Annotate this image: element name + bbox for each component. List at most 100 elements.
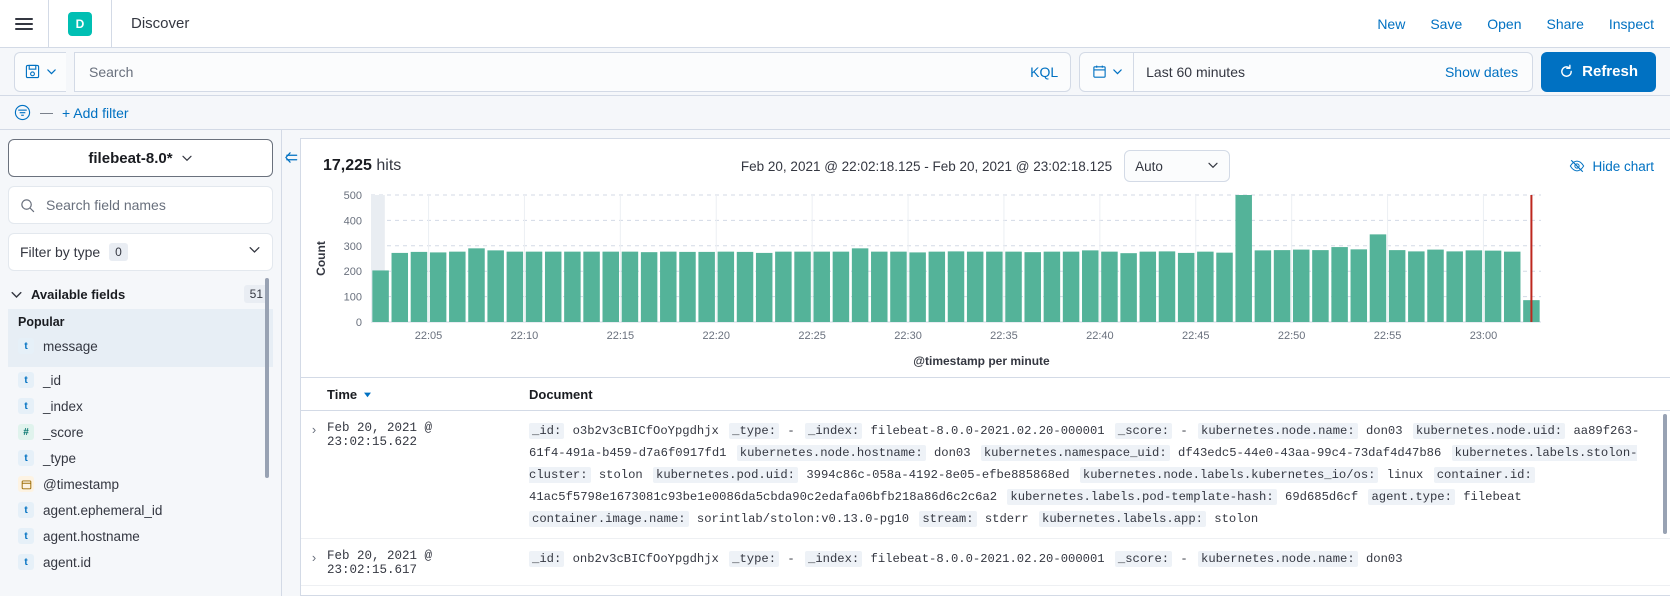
doc-field-value: sorintlab/stolon:v0.13.0-pg10 — [689, 512, 917, 526]
svg-text:22:45: 22:45 — [1182, 330, 1210, 342]
table-row[interactable]: › Feb 20, 2021 @ 23:02:15.617 _id: onb2v3c… — [301, 539, 1670, 586]
filter-by-type-count: 0 — [109, 243, 128, 261]
column-header-time[interactable]: Time — [327, 387, 529, 402]
field-name: message — [43, 338, 98, 354]
nav-save-link[interactable]: Save — [1430, 16, 1462, 32]
refresh-button[interactable]: Refresh — [1541, 51, 1656, 92]
sort-desc-icon — [364, 392, 372, 397]
field-item-id[interactable]: t _id — [8, 367, 273, 393]
chevron-down-icon — [1113, 69, 1122, 75]
hide-chart-button[interactable]: Hide chart — [1569, 158, 1654, 174]
documents-rows: › Feb 20, 2021 @ 23:02:15.622 _id: o3b2v3c… — [301, 411, 1670, 586]
svg-text:22:35: 22:35 — [990, 330, 1018, 342]
svg-text:22:50: 22:50 — [1278, 330, 1306, 342]
query-bar: KQL Last 60 minutes Show dates Refresh — [0, 48, 1670, 96]
date-range-label[interactable]: Last 60 minutes — [1134, 64, 1445, 80]
index-pattern-label: filebeat-8.0* — [88, 149, 173, 167]
saved-query-button[interactable] — [14, 51, 66, 92]
histogram-chart[interactable]: 0 100 200 300 400 500 Count 22:05 22:10 22:15 22:2… — [301, 187, 1670, 377]
field-item-agent-hostname[interactable]: t agent.hostname — [8, 523, 273, 549]
doc-field-value: 3994c86c-058a-4192-8e05-efbe885868ed — [799, 468, 1077, 482]
show-dates-button[interactable]: Show dates — [1445, 64, 1532, 80]
doc-field-value: stolon — [591, 468, 651, 482]
field-item-message[interactable]: t message — [8, 333, 273, 359]
svg-text:400: 400 — [344, 215, 362, 227]
field-item-agent-ephemeral-id[interactable]: t agent.ephemeral_id — [8, 497, 273, 523]
doc-field-value: onb2v3cBICfOoYpgdhjx — [565, 552, 727, 566]
doc-field-key: kubernetes.namespace_uid: — [980, 445, 1170, 461]
field-type-string-icon: t — [18, 338, 34, 354]
doc-field-value: 69d685d6cf — [1277, 490, 1366, 504]
expand-row-icon[interactable]: › — [301, 420, 327, 530]
add-filter-button[interactable]: + Add filter — [62, 105, 129, 121]
search-input-wrapper[interactable]: KQL — [74, 51, 1072, 92]
interval-select[interactable]: Auto — [1124, 150, 1231, 182]
doc-field-value: - — [1173, 424, 1196, 438]
doc-field-value: filebeat-8.0.0-2021.02.20-000001 — [863, 424, 1112, 438]
filter-by-type-label: Filter by type — [20, 244, 101, 260]
column-header-document[interactable]: Document — [529, 387, 593, 402]
documents-scrollbar[interactable] — [1663, 414, 1667, 534]
interval-select-value: Auto — [1135, 158, 1163, 174]
doc-field-key: kubernetes.node.name: — [1198, 423, 1358, 439]
field-search-wrapper[interactable] — [8, 186, 273, 224]
nav-inspect-link[interactable]: Inspect — [1609, 16, 1654, 32]
fields-sidebar: filebeat-8.0* Filter by type 0 — [0, 130, 282, 596]
filter-by-type-button[interactable]: Filter by type 0 — [8, 233, 273, 271]
field-item-score[interactable]: # _score — [8, 419, 273, 445]
search-input[interactable] — [87, 62, 1023, 81]
hamburger-menu-icon[interactable] — [0, 0, 48, 47]
nav-open-link[interactable]: Open — [1487, 16, 1521, 32]
collapse-sidebar-button[interactable] — [282, 130, 300, 596]
table-row[interactable]: › Feb 20, 2021 @ 23:02:15.622 _id: o3b2v3c… — [301, 411, 1670, 539]
doc-field-key: kubernetes.node.hostname: — [736, 445, 926, 461]
field-name: _type — [43, 450, 77, 466]
main-panel: 17,225 hits Feb 20, 2021 @ 22:02:18.125 … — [282, 130, 1670, 596]
nav-share-link[interactable]: Share — [1547, 16, 1584, 32]
eye-closed-icon — [1570, 159, 1585, 173]
doc-field-key: kubernetes.node.labels.kubernetes_io/os: — [1079, 467, 1379, 483]
nav-divider-1 — [48, 0, 49, 47]
svg-text:500: 500 — [344, 190, 362, 202]
field-name: _index — [43, 398, 83, 414]
search-icon — [21, 198, 35, 212]
doc-field-value: o3b2v3cBICfOoYpgdhjx — [565, 424, 727, 438]
svg-text:22:15: 22:15 — [607, 330, 635, 342]
field-item-type[interactable]: t _type — [8, 445, 273, 471]
svg-text:300: 300 — [344, 241, 362, 253]
field-item-timestamp[interactable]: @timestamp — [8, 471, 273, 497]
available-fields-list: t _id t _index # _score t _type @timesta… — [8, 367, 273, 575]
expand-row-icon[interactable]: › — [301, 548, 327, 577]
discover-content-card: 17,225 hits Feb 20, 2021 @ 22:02:18.125 … — [300, 138, 1670, 596]
available-fields-header[interactable]: Available fields 51 — [8, 285, 273, 303]
svg-text:22:25: 22:25 — [798, 330, 826, 342]
field-search-input[interactable] — [44, 196, 261, 214]
column-header-time-label: Time — [327, 386, 358, 402]
sidebar-scrollbar[interactable] — [265, 278, 269, 478]
svg-text:22:10: 22:10 — [511, 330, 539, 342]
popular-fields-section: Popular t message — [8, 309, 273, 367]
field-type-string-icon: t — [18, 398, 34, 414]
field-type-string-icon: t — [18, 372, 34, 388]
page-title: Discover — [131, 15, 190, 32]
hits-count: 17,225 — [323, 157, 372, 174]
query-language-button[interactable]: KQL — [1022, 64, 1058, 80]
doc-field-value: stderr — [977, 512, 1037, 526]
field-name: _score — [43, 424, 84, 440]
date-quick-select-button[interactable] — [1080, 52, 1135, 91]
svg-text:22:40: 22:40 — [1086, 330, 1114, 342]
field-item-index[interactable]: t _index — [8, 393, 273, 419]
doc-field-key: _type: — [729, 551, 780, 567]
svg-text:22:30: 22:30 — [894, 330, 922, 342]
index-pattern-selector[interactable]: filebeat-8.0* — [8, 139, 273, 177]
refresh-icon — [1561, 64, 1573, 77]
svg-text:22:55: 22:55 — [1374, 330, 1402, 342]
svg-text:200: 200 — [344, 266, 362, 278]
field-type-string-icon: t — [18, 554, 34, 570]
histogram-svg[interactable]: 0 100 200 300 400 500 Count 22:05 22:10 22:15 22:2… — [309, 187, 1549, 352]
nav-new-link[interactable]: New — [1377, 16, 1405, 32]
filter-icon[interactable] — [14, 104, 31, 121]
field-item-agent-id[interactable]: t agent.id — [8, 549, 273, 575]
row-timestamp: Feb 20, 2021 @ 23:02:15.622 — [327, 421, 433, 449]
main-inner: 17,225 hits Feb 20, 2021 @ 22:02:18.125 … — [282, 130, 1670, 596]
